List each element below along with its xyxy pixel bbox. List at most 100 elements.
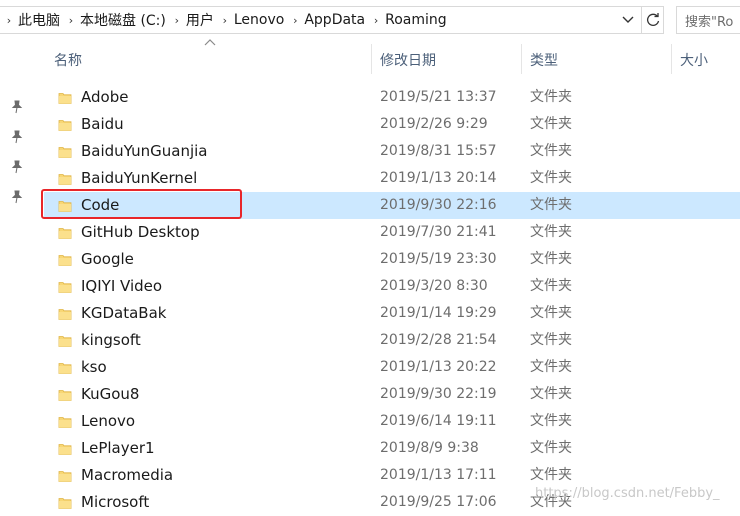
file-modified-date: 2019/3/20 8:30: [380, 278, 488, 294]
column-divider[interactable]: [671, 44, 672, 74]
pin-icon[interactable]: [10, 160, 24, 174]
file-row[interactable]: kingsoft 2019/2/28 21:54 文件夹: [44, 327, 740, 354]
file-type: 文件夹: [530, 440, 572, 456]
column-header-name[interactable]: 名称: [54, 46, 370, 74]
chevron-right-icon[interactable]: ›: [64, 14, 78, 27]
chevron-right-icon[interactable]: ›: [288, 14, 302, 27]
file-modified-date: 2019/2/26 9:29: [380, 116, 488, 132]
file-type: 文件夹: [530, 413, 572, 429]
breadcrumb-appdata[interactable]: AppData: [302, 12, 369, 28]
file-name: Google: [81, 250, 134, 268]
file-type: 文件夹: [530, 305, 572, 321]
file-row[interactable]: KuGou8 2019/9/30 22:19 文件夹: [44, 381, 740, 408]
file-row[interactable]: Macromedia 2019/1/13 17:11 文件夹: [44, 462, 740, 489]
folder-icon: [58, 309, 72, 320]
file-modified-date: 2019/9/25 17:06: [380, 494, 497, 510]
address-bar[interactable]: › 此电脑 › 本地磁盘 (C:) › 用户 › Lenovo › AppDat…: [0, 6, 642, 34]
column-divider[interactable]: [371, 44, 372, 74]
file-row[interactable]: KGDataBak 2019/1/14 19:29 文件夹: [44, 300, 740, 327]
folder-icon: [58, 390, 72, 401]
file-row[interactable]: LePlayer1 2019/8/9 9:38 文件夹: [44, 435, 740, 462]
file-name: Code: [81, 196, 120, 214]
pin-icon[interactable]: [10, 190, 24, 204]
column-header-type[interactable]: 类型: [530, 46, 670, 74]
file-row[interactable]: Adobe 2019/5/21 13:37 文件夹: [44, 84, 740, 111]
folder-icon: [58, 120, 72, 131]
file-row[interactable]: kso 2019/1/13 20:22 文件夹: [44, 354, 740, 381]
file-name: Lenovo: [81, 412, 136, 430]
folder-icon: [58, 282, 72, 293]
file-modified-date: 2019/5/21 13:37: [380, 89, 497, 105]
file-type: 文件夹: [530, 143, 572, 159]
file-type: 文件夹: [530, 467, 572, 483]
folder-icon: [58, 444, 72, 455]
file-type: 文件夹: [530, 251, 572, 267]
file-name: BaiduYunKernel: [81, 169, 198, 187]
file-row[interactable]: Google 2019/5/19 23:30 文件夹: [44, 246, 740, 273]
file-modified-date: 2019/9/30 22:19: [380, 386, 497, 402]
file-row[interactable]: BaiduYunKernel 2019/1/13 20:14 文件夹: [44, 165, 740, 192]
folder-icon: [58, 93, 72, 104]
sort-ascending-icon: [204, 39, 216, 46]
folder-icon: [58, 498, 72, 509]
file-modified-date: 2019/1/14 19:29: [380, 305, 497, 321]
breadcrumb-roaming[interactable]: Roaming: [383, 12, 451, 28]
address-bar-area: › 此电脑 › 本地磁盘 (C:) › 用户 › Lenovo › AppDat…: [0, 0, 740, 42]
file-modified-date: 2019/7/30 21:41: [380, 224, 497, 240]
file-modified-date: 2019/1/13 20:14: [380, 170, 497, 186]
file-name: IQIYI Video: [81, 277, 163, 295]
file-type: 文件夹: [530, 359, 572, 375]
file-type: 文件夹: [530, 278, 572, 294]
breadcrumb-local-disk[interactable]: 本地磁盘 (C:): [78, 10, 170, 30]
breadcrumb-users[interactable]: 用户: [184, 10, 218, 30]
file-name: KuGou8: [81, 385, 140, 403]
file-row[interactable]: Baidu 2019/2/26 9:29 文件夹: [44, 111, 740, 138]
file-type: 文件夹: [530, 224, 572, 240]
watermark: https://blog.csdn.net/Febby_: [535, 486, 720, 501]
chevron-down-icon[interactable]: [619, 11, 637, 29]
file-row[interactable]: Code 2019/9/30 22:16 文件夹: [44, 192, 740, 219]
file-type: 文件夹: [530, 386, 572, 402]
file-name: Microsoft: [81, 493, 150, 511]
file-row[interactable]: Lenovo 2019/6/14 19:11 文件夹: [44, 408, 740, 435]
chevron-right-icon[interactable]: ›: [369, 14, 383, 27]
file-name: BaiduYunGuanjia: [81, 142, 208, 160]
column-header-date[interactable]: 修改日期: [380, 46, 520, 74]
file-name: kso: [81, 358, 107, 376]
file-row[interactable]: IQIYI Video 2019/3/20 8:30 文件夹: [44, 273, 740, 300]
pin-icon[interactable]: [10, 100, 24, 114]
file-name: LePlayer1: [81, 439, 155, 457]
file-name: GitHub Desktop: [81, 223, 200, 241]
folder-icon: [58, 363, 72, 374]
file-row[interactable]: BaiduYunGuanjia 2019/8/31 15:57 文件夹: [44, 138, 740, 165]
search-input[interactable]: 搜索"Ro: [676, 6, 740, 34]
chevron-right-icon[interactable]: ›: [2, 14, 16, 27]
folder-icon: [58, 147, 72, 158]
folder-icon: [58, 174, 72, 185]
chevron-right-icon[interactable]: ›: [170, 14, 184, 27]
breadcrumb-this-pc[interactable]: 此电脑: [16, 10, 64, 30]
file-type: 文件夹: [530, 332, 572, 348]
file-modified-date: 2019/2/28 21:54: [380, 332, 497, 348]
folder-icon: [58, 255, 72, 266]
column-divider[interactable]: [521, 44, 522, 74]
breadcrumb-lenovo[interactable]: Lenovo: [232, 12, 288, 28]
file-type: 文件夹: [530, 197, 572, 213]
file-name: Macromedia: [81, 466, 174, 484]
file-row[interactable]: GitHub Desktop 2019/7/30 21:41 文件夹: [44, 219, 740, 246]
refresh-button[interactable]: [642, 6, 664, 34]
file-modified-date: 2019/1/13 20:22: [380, 359, 497, 375]
file-modified-date: 2019/8/31 15:57: [380, 143, 497, 159]
file-modified-date: 2019/6/14 19:11: [380, 413, 497, 429]
column-header-size[interactable]: 大小: [680, 46, 740, 74]
folder-icon: [58, 201, 72, 212]
file-name: KGDataBak: [81, 304, 167, 322]
file-modified-date: 2019/1/13 17:11: [380, 467, 497, 483]
file-type: 文件夹: [530, 89, 572, 105]
chevron-right-icon[interactable]: ›: [218, 14, 232, 27]
file-type: 文件夹: [530, 116, 572, 132]
file-name: Baidu: [81, 115, 124, 133]
file-type: 文件夹: [530, 170, 572, 186]
pin-icon[interactable]: [10, 130, 24, 144]
refresh-icon: [646, 13, 659, 26]
